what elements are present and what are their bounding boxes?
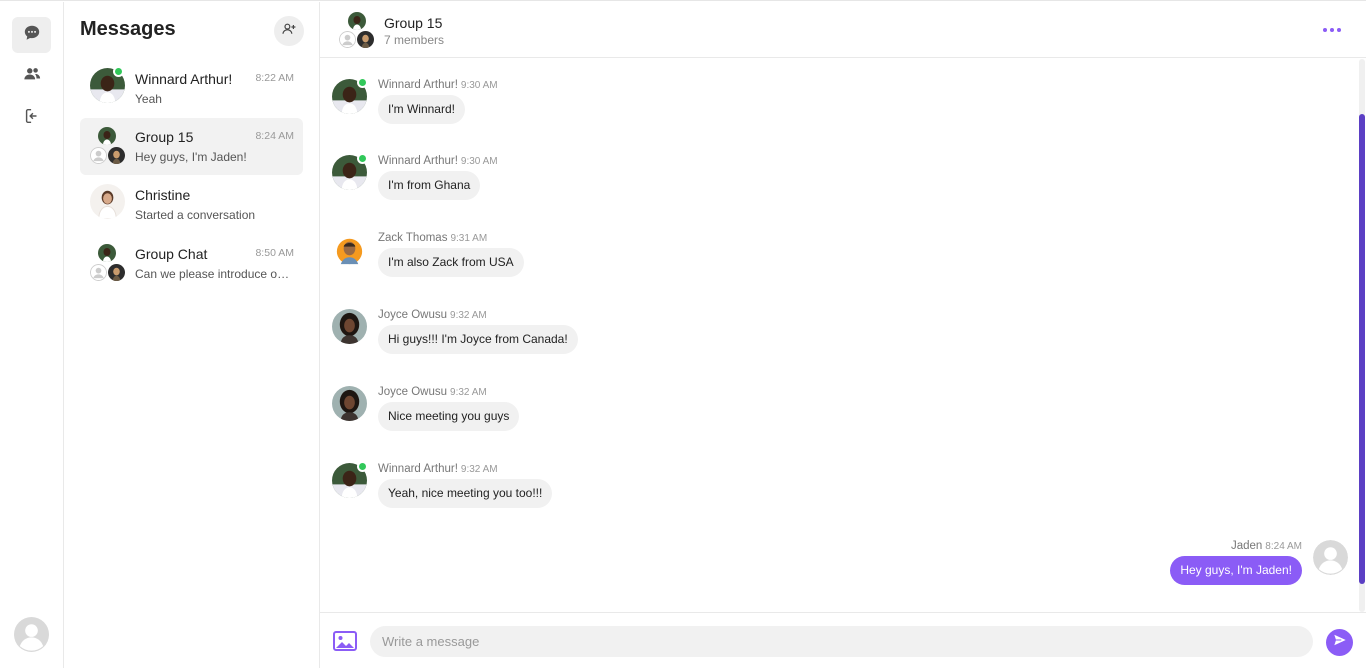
message-time: 9:30 AM (460, 156, 498, 167)
outgoing-message-bubble: Hey guys, I'm Jaden! (1170, 556, 1302, 585)
add-user-icon (281, 21, 297, 42)
group-avatar-member (90, 264, 107, 281)
message-scrollbar[interactable] (1359, 59, 1365, 612)
chat-title: Group 15 (384, 15, 443, 31)
message-sender: Joyce Owusu 9:32 AM (378, 386, 487, 398)
image-icon (333, 631, 357, 655)
conversation-time: 8:24 AM (255, 130, 294, 142)
conversation-preview: Can we please introduce ourselves (135, 267, 295, 281)
avatar (332, 386, 367, 421)
avatar (332, 309, 367, 344)
message-composer (320, 612, 1366, 668)
group-avatar-member (339, 31, 356, 48)
chat-header: Group 15 7 members (320, 2, 1366, 58)
attach-image-button[interactable] (333, 631, 357, 651)
message-item: Winnard Arthur! 9:30 AM I'm Winnard! (332, 77, 732, 139)
nav-logout-button[interactable] (12, 100, 51, 136)
message-item: Joyce Owusu 9:32 AM Nice meeting you guys (332, 386, 732, 446)
message-sender: Winnard Arthur! 9:30 AM (378, 79, 498, 91)
online-indicator (357, 77, 368, 88)
conversation-name: Group 15 (135, 129, 194, 145)
users-icon (23, 65, 41, 88)
message-sender: Joyce Owusu 9:32 AM (378, 309, 487, 321)
group-avatar-member (108, 264, 125, 281)
online-indicator (357, 153, 368, 164)
chat-member-count: 7 members (384, 33, 445, 47)
conversation-item[interactable]: Group 15 8:24 AM Hey guys, I'm Jaden! (80, 118, 303, 175)
conversation-item[interactable]: Group Chat 8:50 AM Can we please introdu… (80, 235, 303, 292)
more-options-button[interactable] (1320, 20, 1344, 40)
group-avatar-member (90, 147, 107, 164)
message-sender: Jaden 8:24 AM (1230, 540, 1302, 552)
message-time: 9:32 AM (450, 387, 487, 398)
message-time: 8:24 AM (1265, 541, 1302, 552)
nav-contacts-button[interactable] (12, 58, 51, 94)
message-input[interactable] (370, 626, 1313, 657)
chat-app: Messages Winnard Arthur! 8:22 AM Yeah Gr… (0, 0, 1366, 668)
current-user-avatar[interactable] (14, 617, 49, 652)
messages-title: Messages (80, 18, 176, 40)
message-time: 9:31 AM (450, 233, 488, 244)
add-user-button[interactable] (274, 16, 304, 46)
online-indicator (357, 461, 368, 472)
more-dots-icon (1323, 28, 1327, 32)
group-avatar-member (98, 244, 116, 262)
message-time: 9:30 AM (460, 80, 498, 91)
outgoing-message-item: Jaden 8:24 AM Hey guys, I'm Jaden! (1056, 540, 1356, 600)
chat-panel: Group 15 7 members Winnard Arthur! 9:30 A… (320, 2, 1366, 668)
group-avatar-member (348, 12, 366, 30)
conversation-preview: Hey guys, I'm Jaden! (135, 150, 247, 164)
nav-messages-button[interactable] (12, 17, 51, 53)
conversation-preview: Started a conversation (135, 208, 256, 222)
message-bubble: Yeah, nice meeting you too!!! (378, 479, 553, 508)
message-time: 9:32 AM (460, 464, 498, 475)
message-bubble: I'm Winnard! (378, 95, 465, 124)
message-item: Zack Thomas 9:31 AM I'm also Zack from US… (332, 232, 732, 292)
conversation-list: Messages Winnard Arthur! 8:22 AM Yeah Gr… (64, 2, 320, 668)
group-avatar-member (357, 31, 374, 48)
conversation-name: Winnard Arthur! (135, 71, 233, 87)
message-time: 9:32 AM (450, 310, 487, 321)
send-button[interactable] (1326, 629, 1353, 656)
group-avatar-member (98, 127, 116, 145)
conversation-item[interactable]: Winnard Arthur! 8:22 AM Yeah (80, 60, 303, 117)
avatar (332, 232, 367, 267)
message-sender: Zack Thomas 9:31 AM (378, 232, 488, 244)
chat-bubble-icon (23, 24, 41, 47)
message-bubble: I'm from Ghana (378, 171, 481, 200)
avatar (1313, 540, 1348, 575)
avatar (90, 184, 125, 219)
message-bubble: I'm also Zack from USA (378, 248, 524, 277)
message-bubble: Hi guys!!! I'm Joyce from Canada! (378, 325, 578, 354)
send-icon (1333, 633, 1347, 652)
message-sender: Winnard Arthur! 9:32 AM (378, 463, 498, 475)
message-sender: Winnard Arthur! 9:30 AM (378, 155, 498, 167)
conversation-name: Christine (135, 187, 191, 203)
logout-icon (23, 107, 41, 130)
message-list: Winnard Arthur! 9:30 AM I'm Winnard! Winn… (320, 59, 1366, 612)
conversation-name: Group Chat (135, 246, 208, 262)
group-avatar-member (108, 147, 125, 164)
conversation-time: 8:50 AM (255, 247, 294, 259)
message-item: Joyce Owusu 9:32 AM Hi guys!!! I'm Joyce … (332, 309, 732, 369)
nav-rail (0, 2, 64, 668)
online-indicator (113, 66, 124, 77)
message-item: Winnard Arthur! 9:32 AM Yeah, nice meetin… (332, 461, 732, 523)
conversation-preview: Yeah (135, 92, 162, 106)
conversation-item[interactable]: Christine Started a conversation (80, 176, 303, 233)
message-bubble: Nice meeting you guys (378, 402, 520, 431)
scrollbar-thumb[interactable] (1359, 114, 1365, 584)
conversation-time: 8:22 AM (255, 72, 294, 84)
message-item: Winnard Arthur! 9:30 AM I'm from Ghana (332, 153, 732, 215)
